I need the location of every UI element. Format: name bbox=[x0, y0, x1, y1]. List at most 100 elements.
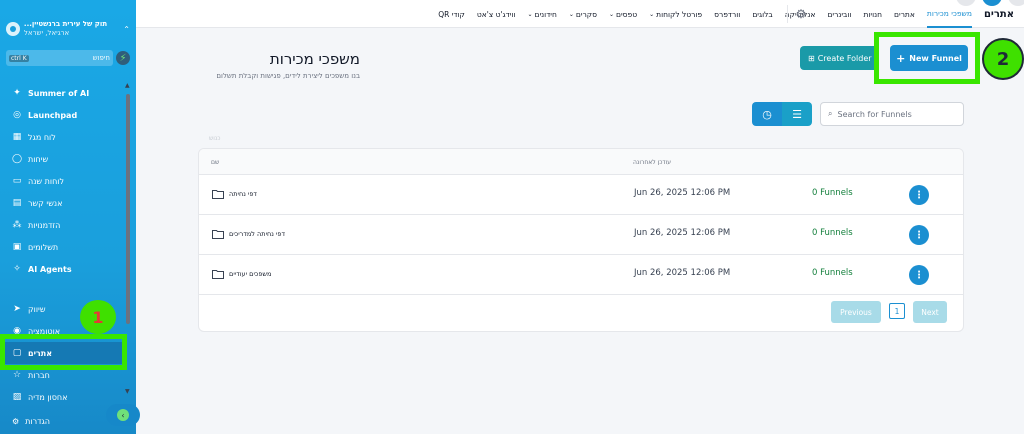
sparkle-icon: ✦ bbox=[13, 88, 21, 98]
collapse-sidebar-button[interactable]: ‹ bbox=[106, 404, 140, 426]
folder-name[interactable]: דפי נחיתה bbox=[229, 190, 257, 198]
sidebar-item-dashboard[interactable]: ▦ לוח מגל bbox=[0, 126, 124, 148]
tab-stores[interactable]: חנויות bbox=[863, 10, 882, 19]
highlight-box-new-funnel bbox=[874, 32, 980, 84]
media-icon: ▨ bbox=[12, 392, 22, 402]
tab-webinars[interactable]: וובינרים bbox=[827, 10, 851, 19]
sidebar-item-media-storage[interactable]: ▨ אחסון מדיה bbox=[0, 386, 124, 408]
highlight-box-sites bbox=[0, 334, 127, 370]
grid-icon: ▦ bbox=[12, 132, 22, 142]
sidebar-item-contacts[interactable]: ▤ אנשי קשר bbox=[0, 192, 124, 214]
account-switcher[interactable]: ...תוק של עירית ברנשטיין ארגיאל, ישראל ⌃ bbox=[6, 12, 130, 46]
kebab-icon: ⋮ bbox=[914, 189, 924, 201]
tab-surveys[interactable]: ⌄ סקרים bbox=[569, 10, 597, 19]
account-name: ...תוק של עירית ברנשטיין bbox=[23, 20, 108, 28]
rocket-icon: ◎ bbox=[13, 110, 21, 120]
annotation-marker-1: 1 bbox=[80, 300, 116, 334]
list-view-button[interactable]: ☰ bbox=[782, 102, 812, 126]
folder-icon bbox=[212, 270, 224, 279]
row-menu-button[interactable]: ⋮ bbox=[909, 185, 929, 205]
page-number-button[interactable]: 1 bbox=[889, 303, 905, 319]
faint-label: כנוש bbox=[209, 135, 221, 142]
chevron-down-icon: ⌄ bbox=[527, 10, 533, 18]
tab-qr-codes[interactable]: QR קודי bbox=[438, 10, 465, 19]
page-title: משפכי מכירות bbox=[269, 50, 360, 68]
star-icon: ☆ bbox=[12, 370, 22, 380]
tab-websites[interactable]: אתרים bbox=[894, 10, 915, 19]
create-folder-button[interactable]: ⊞ Create Folder bbox=[800, 46, 878, 70]
sidebar-item-ai-agents[interactable]: ✧ AI Agents bbox=[0, 258, 124, 280]
folder-updated: Jun 26, 2025 12:06 PM bbox=[634, 268, 731, 278]
kebab-icon: ⋮ bbox=[914, 229, 924, 241]
gear-icon: ⚙ bbox=[12, 416, 20, 426]
tab-forms[interactable]: ⌄ טפסים bbox=[609, 10, 637, 19]
sidebar-item-launchpad[interactable]: ◎ Launchpad bbox=[0, 104, 124, 126]
view-toggle: ◷ ☰ bbox=[752, 102, 812, 126]
quick-add-button[interactable]: ⚡ bbox=[116, 51, 130, 65]
kebab-icon: ⋮ bbox=[914, 269, 924, 281]
folder-updated: Jun 26, 2025 12:06 PM bbox=[634, 228, 731, 238]
chevron-down-icon: ⌄ bbox=[609, 10, 615, 18]
table-header: שם עודכן לאחרונה bbox=[199, 149, 963, 175]
sidebar-item-summer-of-ai[interactable]: ✦ Summer of AI bbox=[0, 82, 124, 104]
chat-icon: ◯ bbox=[12, 154, 23, 164]
clock-icon: ◷ bbox=[762, 107, 772, 121]
folder-funnel-count: 0 Funnels bbox=[812, 188, 853, 198]
pagination: Previous 1 Next bbox=[199, 295, 963, 331]
sidebar-item-opportunities[interactable]: ⁂ הזדמנויות bbox=[0, 214, 124, 236]
contacts-icon: ▤ bbox=[12, 198, 22, 208]
table-row[interactable]: דפי נחיתה Jun 26, 2025 12:06 PM 0 Funnel… bbox=[199, 175, 963, 215]
sidebar-search[interactable]: ctrl K חיפוש bbox=[6, 50, 113, 66]
account-location: ארגיאל, ישראל bbox=[23, 29, 70, 37]
tab-client-portal[interactable]: ⌄ פורטל לקוחות bbox=[649, 10, 702, 19]
chevron-down-icon: ⌄ bbox=[649, 10, 655, 18]
payments-icon: ▣ bbox=[12, 242, 22, 252]
table-row[interactable]: משפכים יעודיים Jun 26, 2025 12:06 PM 0 F… bbox=[199, 255, 963, 295]
chevron-updown-icon: ⌃ bbox=[123, 24, 130, 34]
annotation-marker-2: 2 bbox=[982, 38, 1024, 80]
tab-wordpress[interactable]: וורדפרס bbox=[714, 10, 740, 19]
send-icon: ➤ bbox=[13, 304, 21, 314]
top-nav: אתרים משפכי מכירות אתרים חנויות וובינרים… bbox=[136, 0, 1024, 28]
row-menu-button[interactable]: ⋮ bbox=[909, 225, 929, 245]
column-name[interactable]: שם bbox=[211, 159, 219, 166]
avatar[interactable] bbox=[956, 0, 976, 6]
funnels-table: שם עודכן לאחרונה דפי נחיתה Jun 26, 2025 … bbox=[198, 148, 964, 332]
scrollbar-thumb[interactable] bbox=[126, 94, 130, 324]
funnel-search-input[interactable]: ⌕ Search for Funnels bbox=[820, 102, 964, 126]
folder-plus-icon: ⊞ bbox=[808, 53, 815, 63]
chevron-down-icon: ⌄ bbox=[568, 10, 574, 18]
column-last-updated[interactable]: עודכן לאחרונה bbox=[633, 159, 671, 166]
folder-updated: Jun 26, 2025 12:06 PM bbox=[634, 188, 731, 198]
tab-blogs[interactable]: בלוגים bbox=[752, 10, 772, 19]
folder-name[interactable]: דפי נחיתה למדריכים bbox=[229, 230, 285, 238]
tab-quizzes[interactable]: ⌄ חידונים bbox=[527, 10, 556, 19]
next-page-button[interactable]: Next bbox=[913, 301, 947, 323]
search-shortcut: ctrl K bbox=[9, 54, 29, 62]
table-row[interactable]: דפי נחיתה למדריכים Jun 26, 2025 12:06 PM… bbox=[199, 215, 963, 255]
list-icon: ☰ bbox=[792, 107, 802, 121]
chevron-left-icon: ‹ bbox=[117, 409, 129, 421]
avatar[interactable] bbox=[982, 0, 1002, 6]
sidebar-item-conversations[interactable]: ◯ שיחות bbox=[0, 148, 124, 170]
folder-icon bbox=[212, 190, 224, 199]
sidebar-item-settings[interactable]: ⚙ הגדרות bbox=[0, 411, 50, 431]
folder-icon bbox=[212, 230, 224, 239]
tab-chat-widget[interactable]: ווידג'ט צ'אט bbox=[477, 10, 516, 19]
ai-agents-icon: ✧ bbox=[13, 264, 21, 274]
section-title: אתרים bbox=[983, 8, 1014, 20]
scroll-down-icon[interactable]: ▼ bbox=[125, 388, 130, 395]
sidebar-item-payments[interactable]: ▣ תשלומים bbox=[0, 236, 124, 258]
search-icon: ⌕ bbox=[828, 109, 833, 118]
settings-gear-icon[interactable]: ⚙ bbox=[793, 6, 809, 22]
row-menu-button[interactable]: ⋮ bbox=[909, 265, 929, 285]
recent-view-button[interactable]: ◷ bbox=[752, 102, 782, 126]
previous-page-button[interactable]: Previous bbox=[831, 301, 881, 323]
sidebar-item-calendars[interactable]: ▭ לוחות שנה bbox=[0, 170, 124, 192]
sidebar-search-placeholder: חיפוש bbox=[92, 54, 110, 62]
folder-name[interactable]: משפכים יעודיים bbox=[229, 270, 271, 278]
opportunities-icon: ⁂ bbox=[12, 220, 22, 230]
avatar[interactable] bbox=[1008, 0, 1024, 6]
scroll-up-icon[interactable]: ▲ bbox=[125, 82, 130, 89]
account-icon bbox=[6, 22, 20, 36]
